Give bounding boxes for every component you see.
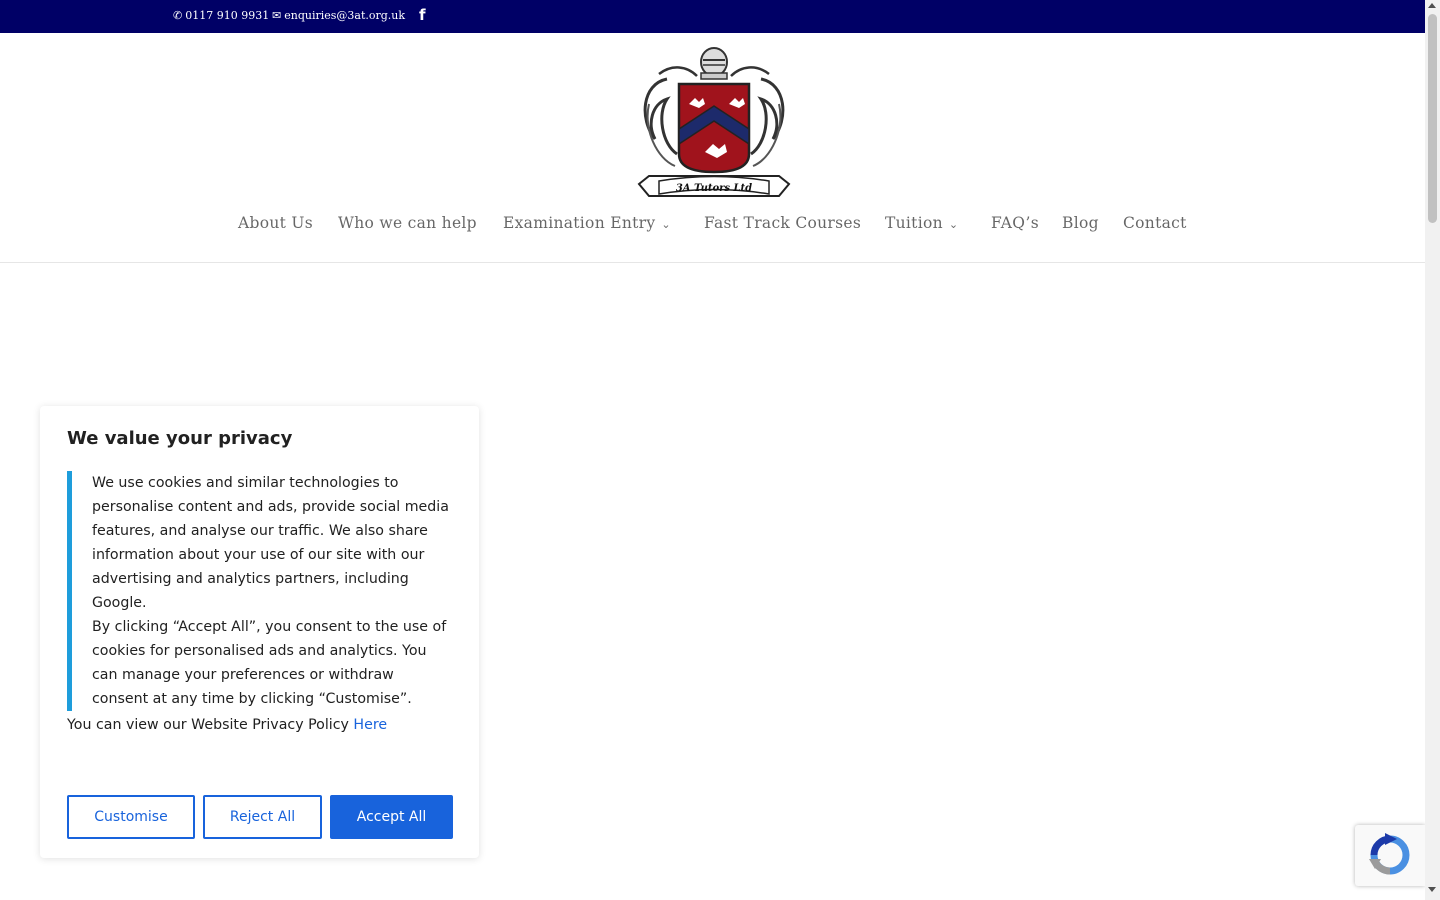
email-address: enquiries@3at.org.uk: [284, 9, 406, 22]
cookie-title: We value your privacy: [67, 428, 293, 449]
privacy-policy-line: You can view our Website Privacy Policy …: [67, 717, 387, 733]
nav-examination-entry-label: Examination Entry: [503, 214, 656, 232]
nav-examination-entry[interactable]: Examination Entry ⌄: [503, 214, 671, 232]
privacy-policy-link[interactable]: Here: [353, 717, 387, 733]
recaptcha-icon: [1369, 833, 1410, 875]
chevron-down-icon: ⌄: [948, 218, 959, 231]
scroll-thumb[interactable]: [1428, 14, 1437, 223]
nav-who-we-can-help[interactable]: Who we can help: [338, 214, 477, 232]
logo[interactable]: 3A Tutors Ltd: [637, 44, 791, 199]
phone-number: 0117 910 9931: [185, 9, 270, 22]
scroll-down-arrow-icon[interactable]: [1428, 887, 1436, 892]
cookie-paragraph-2: By clicking “Accept All”, you consent to…: [92, 619, 447, 707]
nav-tuition[interactable]: Tuition ⌄: [885, 214, 958, 232]
reject-all-button[interactable]: Reject All: [203, 795, 322, 839]
nav-blog[interactable]: Blog: [1062, 214, 1099, 232]
nav-fast-track-courses[interactable]: Fast Track Courses: [704, 214, 861, 232]
email-contact[interactable]: ✉ enquiries@3at.org.uk: [272, 9, 405, 22]
recaptcha-badge[interactable]: [1355, 825, 1425, 886]
logo-banner-text: 3A Tutors Ltd: [676, 183, 752, 194]
envelope-icon: ✉: [272, 9, 282, 22]
cookie-paragraph-1: We use cookies and similar technologies …: [92, 475, 449, 611]
top-contact-bar: ✆ 0117 910 9931 ✉ enquiries@3at.org.uk f: [0, 0, 1425, 33]
phone-icon: ✆: [173, 9, 183, 22]
phone-contact[interactable]: ✆ 0117 910 9931: [173, 9, 269, 22]
chevron-down-icon: ⌄: [661, 218, 671, 231]
customise-button[interactable]: Customise: [67, 795, 195, 839]
cookie-consent-banner: We value your privacy We use cookies and…: [40, 406, 479, 858]
privacy-policy-text: You can view our Website Privacy Policy: [67, 717, 354, 733]
nav-about-us[interactable]: About Us: [238, 214, 313, 232]
nav-contact[interactable]: Contact: [1123, 214, 1187, 232]
cookie-description: We use cookies and similar technologies …: [67, 471, 453, 711]
page-scrollbar[interactable]: [1425, 0, 1440, 900]
scroll-up-arrow-icon[interactable]: [1428, 3, 1436, 8]
nav-faqs[interactable]: FAQ’s: [991, 214, 1039, 232]
main-navigation: About Us Who we can help Examination Ent…: [0, 214, 1425, 234]
accept-all-button[interactable]: Accept All: [330, 795, 453, 839]
facebook-icon[interactable]: f: [419, 6, 426, 24]
nav-tuition-label: Tuition: [885, 214, 943, 232]
site-header: 3A Tutors Ltd About Us Who we can help E…: [0, 33, 1425, 263]
